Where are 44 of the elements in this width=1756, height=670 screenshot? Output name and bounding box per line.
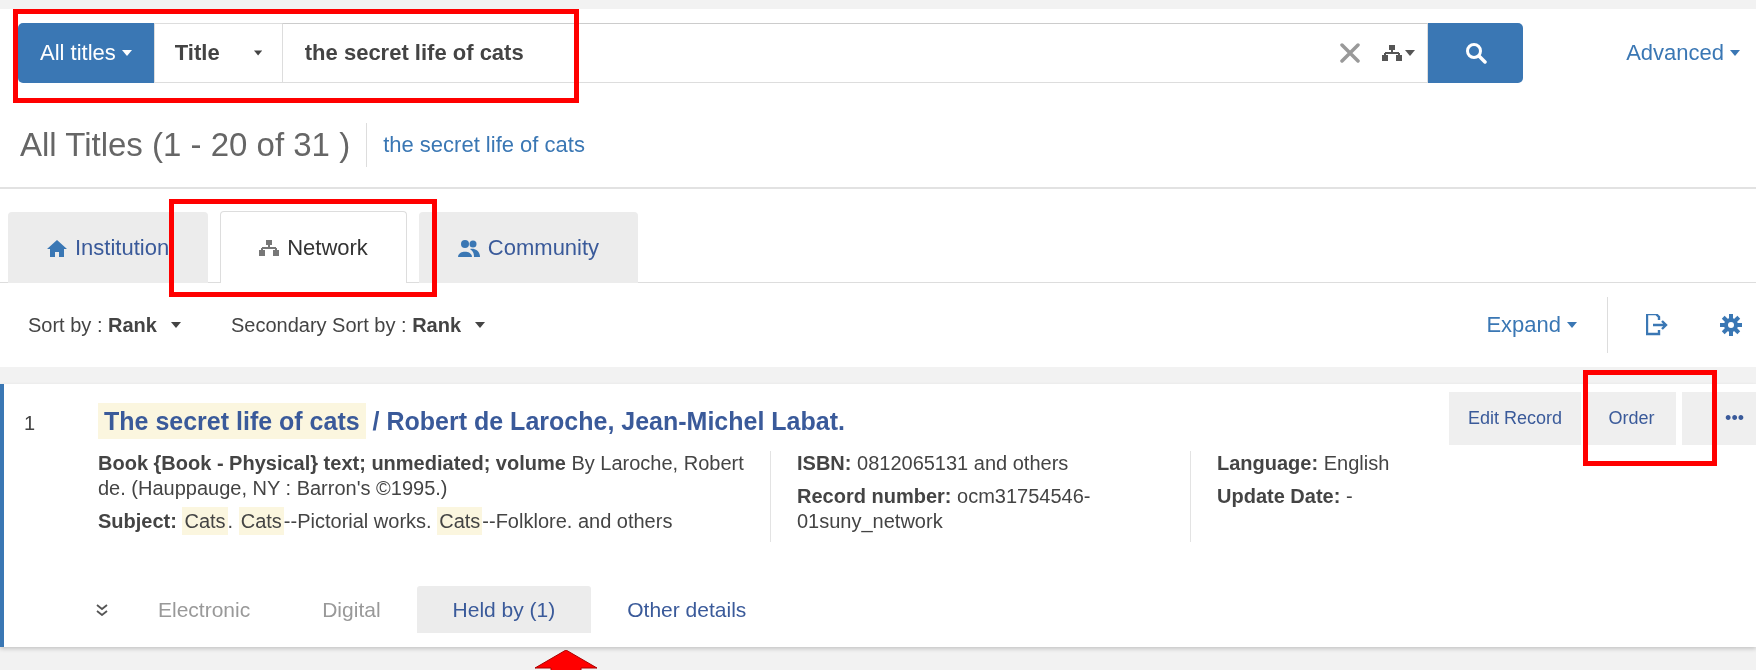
search-icon bbox=[1464, 41, 1487, 64]
sort-dropdown[interactable]: Secondary Sort by : Rank bbox=[230, 313, 486, 337]
caret-icon bbox=[1730, 49, 1740, 56]
caret-icon bbox=[1405, 49, 1415, 56]
caret-icon bbox=[170, 322, 181, 328]
users-icon bbox=[457, 239, 480, 257]
record-tab[interactable]: Other details bbox=[591, 586, 783, 633]
advanced-link[interactable]: Advanced bbox=[1626, 39, 1740, 66]
search-button[interactable] bbox=[1428, 22, 1523, 83]
subject-list: Subject: Cats. Cats--Pictorial works. Cats--Folklore. and others bbox=[98, 509, 750, 534]
export-icon[interactable] bbox=[1646, 314, 1668, 336]
scope-dropdown[interactable]: All titles bbox=[18, 22, 154, 83]
close-icon[interactable] bbox=[1340, 42, 1360, 63]
record-field: Language: English bbox=[1217, 451, 1756, 476]
record-action-button[interactable]: Order bbox=[1587, 392, 1676, 445]
hierarchy-icon bbox=[1382, 44, 1402, 61]
sort-dropdown[interactable]: Sort by : Rank bbox=[28, 313, 181, 337]
search-box[interactable]: the secret life of cats bbox=[281, 22, 1428, 83]
query-link[interactable]: the secret life of cats bbox=[383, 132, 585, 158]
caret-icon bbox=[475, 322, 486, 328]
hierarchy-icon bbox=[259, 239, 280, 256]
scope-tab[interactable]: Network bbox=[220, 211, 407, 283]
scope-tab[interactable]: Institution bbox=[8, 212, 209, 283]
field-dropdown[interactable]: Title bbox=[153, 22, 282, 83]
scope-tab[interactable]: Community bbox=[418, 212, 639, 283]
hierarchy-menu[interactable] bbox=[1382, 44, 1415, 61]
record-tab[interactable]: Held by (1) bbox=[416, 586, 592, 633]
caret-icon bbox=[1567, 322, 1577, 328]
caret-icon bbox=[253, 49, 262, 56]
record-description: Book {Book - Physical} text; unmediated; volume By Laroche, Robert de. (Hauppauge, NY : Barron's ©1995.) bbox=[98, 451, 745, 501]
caret-icon bbox=[121, 49, 132, 56]
double-chevron-icon[interactable] bbox=[96, 603, 108, 616]
record-action-button[interactable]: Edit Record bbox=[1449, 392, 1581, 445]
expand-dropdown[interactable]: Expand bbox=[1486, 297, 1608, 353]
search-field[interactable]: the secret life of cats bbox=[302, 38, 1318, 67]
record-number: 1 bbox=[24, 411, 37, 435]
settings-icon[interactable] bbox=[1720, 314, 1742, 336]
record-action-button[interactable]: ••• bbox=[1682, 392, 1756, 445]
record-field: Record number: ocm31754546-01suny_network bbox=[797, 484, 1190, 534]
home-icon bbox=[47, 239, 67, 257]
results-heading: All Titles (1 - 20 of 31 ) bbox=[20, 123, 368, 167]
record-field: Update Date: - bbox=[1217, 484, 1756, 509]
record-title-link[interactable]: The secret life of cats / Robert de Laroche, Jean-Michel Labat. bbox=[98, 392, 1449, 436]
record-field: ISBN: 0812065131 and others bbox=[797, 451, 1190, 476]
